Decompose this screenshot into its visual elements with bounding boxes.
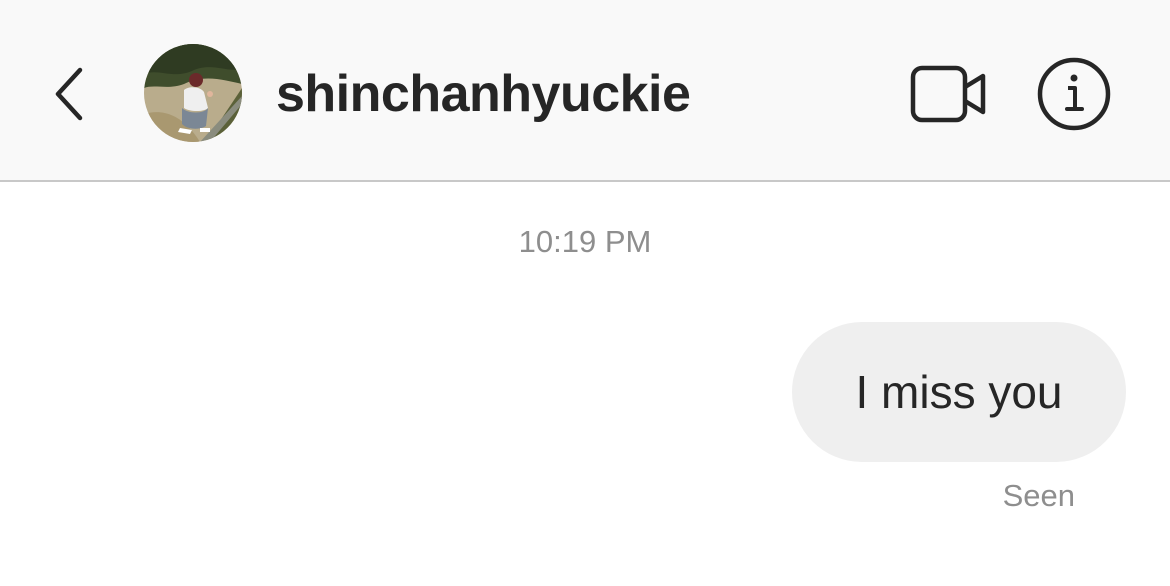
chat-username[interactable]: shinchanhyuckie	[276, 62, 691, 126]
avatar[interactable]	[144, 44, 242, 142]
message-timestamp: 10:19 PM	[518, 224, 652, 259]
avatar-photo	[144, 44, 242, 142]
video-camera-icon	[910, 65, 986, 123]
seen-status: Seen	[1002, 478, 1075, 513]
chat-header: shinchanhyuckie	[0, 0, 1170, 182]
video-call-button[interactable]	[908, 60, 990, 128]
info-button[interactable]	[1034, 54, 1114, 134]
chevron-left-icon	[55, 67, 83, 121]
info-icon	[1037, 57, 1111, 131]
message-bubble[interactable]: I miss you	[792, 322, 1126, 462]
message-text: I miss you	[855, 366, 1063, 418]
back-button[interactable]	[40, 58, 100, 130]
